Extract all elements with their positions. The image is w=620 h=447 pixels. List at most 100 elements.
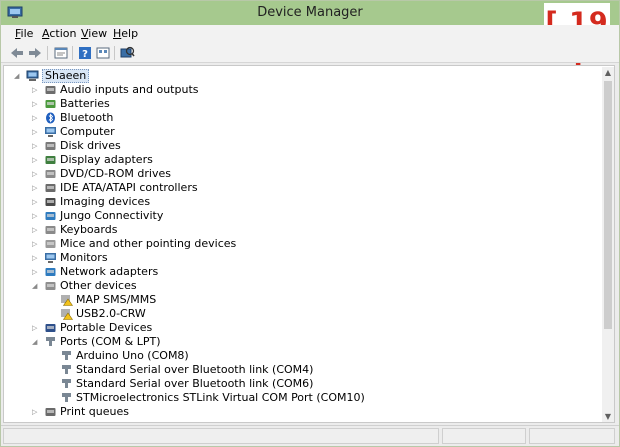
expand-icon[interactable]: ▷	[32, 111, 40, 125]
tree-item-label: DVD/CD-ROM drives	[60, 167, 171, 180]
expand-icon[interactable]: ▷	[32, 405, 40, 419]
tree-row[interactable]: ▷ Audio inputs and outputs	[4, 83, 594, 97]
other-devices-icon	[45, 282, 56, 290]
tree-row[interactable]: Standard Serial over Bluetooth link (COM…	[4, 377, 594, 391]
menu-view[interactable]: View	[81, 27, 107, 40]
tree-row[interactable]: ▷ Portable Devices	[4, 321, 594, 335]
tree-item-label: Display adapters	[60, 153, 153, 166]
svg-text:?: ?	[82, 49, 88, 60]
computer-icon	[45, 127, 56, 137]
tree-row[interactable]: ▷ Monitors	[4, 251, 594, 265]
expand-icon[interactable]: ▷	[32, 265, 40, 279]
collapse-icon[interactable]: ◢	[32, 335, 40, 349]
tree-item-label: Portable Devices	[60, 321, 153, 334]
menu-action[interactable]: Action	[42, 27, 76, 40]
mouse-icon	[45, 240, 56, 248]
tree-row[interactable]: ◢ Other devices	[4, 279, 594, 293]
tree-row[interactable]: ▷ Network adapters	[4, 265, 594, 279]
tree-row[interactable]: USB2.0-CRW	[4, 307, 594, 321]
expand-icon[interactable]: ▷	[32, 251, 40, 265]
tree-row[interactable]: ▷ Keyboards	[4, 223, 594, 237]
toolbar-separator	[47, 46, 48, 60]
toolbar-separator	[72, 46, 73, 60]
help-icon[interactable]: ?	[77, 45, 93, 61]
dvd-drive-icon	[45, 170, 56, 178]
menu-bar: File Action View Help	[1, 25, 619, 43]
status-bar	[1, 425, 619, 446]
expand-icon[interactable]: ▷	[32, 83, 40, 97]
tree-row[interactable]: ▷ Display adapters	[4, 153, 594, 167]
back-arrow-icon[interactable]	[9, 45, 25, 61]
expand-icon[interactable]: ▷	[32, 223, 40, 237]
expand-icon[interactable]: ▷	[32, 139, 40, 153]
expand-icon[interactable]: ▷	[32, 195, 40, 209]
scroll-up-icon[interactable]: ▲	[602, 67, 614, 79]
tree-root-row[interactable]: ◢ Shaeen	[4, 69, 594, 83]
tree-row[interactable]: MAP SMS/MMS	[4, 293, 594, 307]
expand-icon[interactable]: ▷	[32, 167, 40, 181]
tree-item-label: IDE ATA/ATAPI controllers	[60, 181, 198, 194]
device-list-icon[interactable]	[95, 45, 111, 61]
expand-icon[interactable]: ▷	[32, 153, 40, 167]
properties-icon[interactable]	[53, 45, 69, 61]
tree-row[interactable]: ▷ Imaging devices	[4, 195, 594, 209]
expand-icon[interactable]: ▷	[32, 321, 40, 335]
port-icon	[62, 379, 71, 388]
tree-item-label: STMicroelectronics STLink Virtual COM Po…	[76, 391, 365, 404]
tree-item-label: Standard Serial over Bluetooth link (COM…	[76, 377, 314, 390]
scroll-down-icon[interactable]: ▼	[602, 411, 614, 422]
tree-row[interactable]: ▷ Jungo Connectivity	[4, 209, 594, 223]
port-icon	[62, 351, 71, 360]
status-pane-main	[3, 428, 439, 444]
tree-row[interactable]: Standard Serial over Bluetooth link (COM…	[4, 363, 594, 377]
scroll-thumb[interactable]	[604, 81, 612, 329]
menu-file[interactable]: File	[15, 27, 33, 40]
tree-row[interactable]: ◢ Ports (COM & LPT)	[4, 335, 594, 349]
port-icon	[62, 393, 71, 402]
tree-row[interactable]: ▷ IDE ATA/ATAPI controllers	[4, 181, 594, 195]
status-pane-secondary	[442, 428, 526, 444]
expand-icon[interactable]: ▷	[32, 125, 40, 139]
device-tree[interactable]: ◢ Shaeen ▲ ▼ ▷ Audio inputs and outputs ▷ B…	[3, 65, 615, 423]
expand-icon[interactable]: ▷	[32, 237, 40, 251]
unknown-device-warning-icon	[61, 295, 73, 306]
speaker-icon	[45, 86, 56, 94]
tree-item-label: Keyboards	[60, 223, 118, 236]
tree-item-label: Imaging devices	[60, 195, 151, 208]
tree-item-label: Ports (COM & LPT)	[60, 335, 161, 348]
tree-item-label: Network adapters	[60, 265, 159, 278]
tree-row[interactable]: ▷ Disk drives	[4, 139, 594, 153]
tree-row[interactable]: ▷ DVD/CD-ROM drives	[4, 167, 594, 181]
tree-item-label: Mice and other pointing devices	[60, 237, 237, 250]
forward-arrow-icon[interactable]	[27, 45, 43, 61]
port-icon	[62, 365, 71, 374]
port-icon	[46, 337, 55, 346]
collapse-icon[interactable]: ◢	[14, 69, 22, 83]
portable-device-icon	[45, 324, 56, 332]
tree-item-label: Standard Serial over Bluetooth link (COM…	[76, 363, 314, 376]
tree-row[interactable]: Arduino Uno (COM8)	[4, 349, 594, 363]
tree-row[interactable]: STMicroelectronics STLink Virtual COM Po…	[4, 391, 594, 405]
tree-row[interactable]: ▷ Computer	[4, 125, 594, 139]
expand-icon[interactable]: ▷	[32, 97, 40, 111]
tree-item-label: MAP SMS/MMS	[76, 293, 157, 306]
scan-hardware-icon[interactable]	[119, 45, 135, 61]
expand-icon[interactable]: ▷	[32, 209, 40, 223]
vertical-scrollbar[interactable]: ▲ ▼	[602, 67, 614, 422]
menu-help[interactable]: Help	[113, 27, 138, 40]
tree-row[interactable]: ▷ Batteries	[4, 97, 594, 111]
unknown-device-warning-icon	[61, 309, 73, 320]
title-bar[interactable]: Device Manager	[1, 1, 619, 25]
tree-item-label: Monitors	[60, 251, 108, 264]
tree-row[interactable]: ▷ Print queues	[4, 405, 594, 419]
display-adapter-icon	[45, 156, 56, 164]
tree-row[interactable]: ▷ Mice and other pointing devices	[4, 237, 594, 251]
collapse-icon[interactable]: ◢	[32, 279, 40, 293]
ide-controller-icon	[45, 184, 56, 192]
tree-item-label: USB2.0-CRW	[76, 307, 146, 320]
tree-row[interactable]: ▷ Bluetooth	[4, 111, 594, 125]
tree-item-label: Batteries	[60, 97, 110, 110]
printer-icon	[45, 408, 56, 416]
toolbar-separator	[114, 46, 115, 60]
expand-icon[interactable]: ▷	[32, 181, 40, 195]
